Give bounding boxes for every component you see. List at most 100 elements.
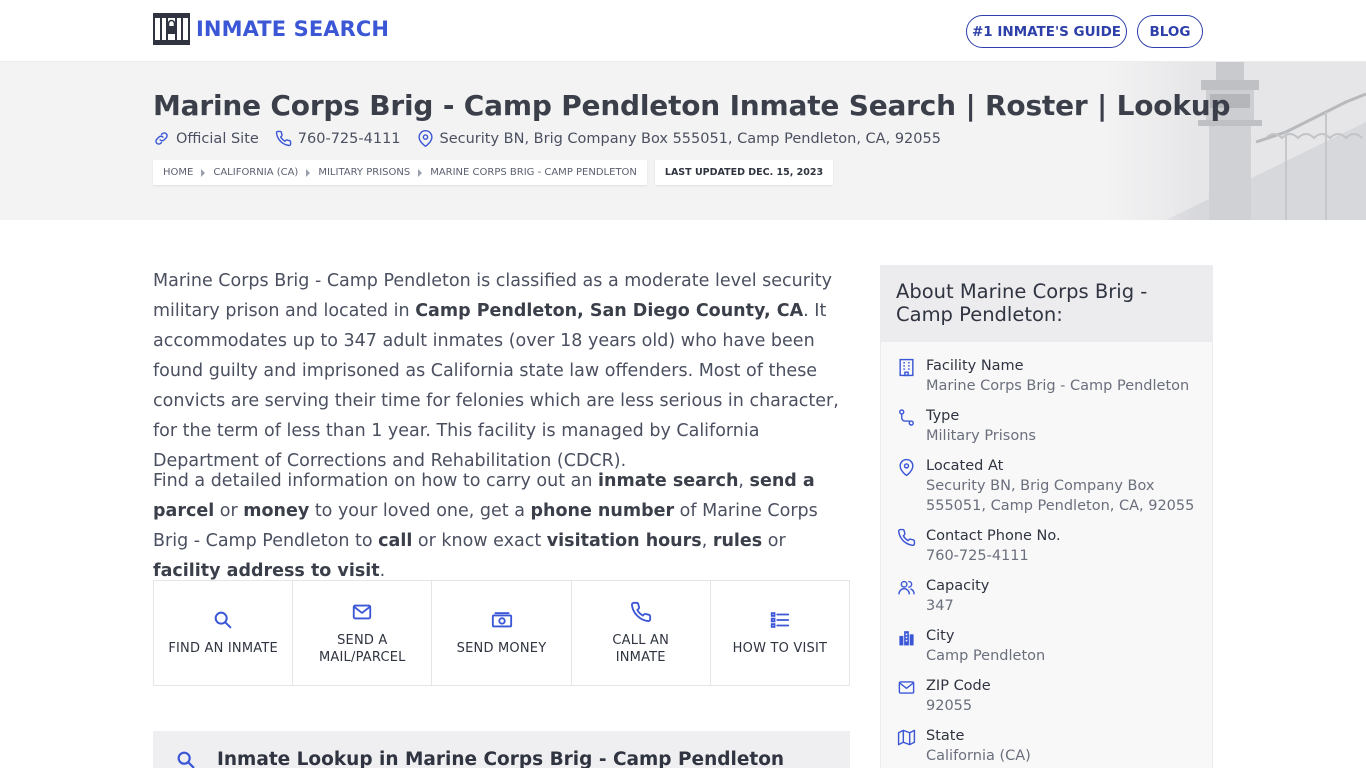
phone-number: 760-725-4111 — [297, 130, 401, 147]
building-icon — [899, 358, 914, 377]
address-link[interactable]: Security BN, Brig Company Box 555051, Ca… — [417, 130, 941, 147]
breadcrumb-home[interactable]: HOME — [163, 167, 193, 178]
services-text: Find a detailed information on how to ca… — [153, 471, 599, 491]
about-row-capacity: Capacity 347 — [881, 576, 1212, 626]
about-row-facility-name: Facility Name Marine Corps Brig - Camp P… — [881, 356, 1212, 406]
users-icon — [898, 580, 915, 595]
services-keyword: inmate search — [598, 471, 739, 491]
about-value: Camp Pendleton — [926, 648, 1046, 664]
search-icon — [214, 611, 232, 629]
about-label: ZIP Code — [926, 678, 991, 694]
services-keyword: call — [378, 531, 413, 551]
route-icon — [899, 409, 914, 426]
jail-cell-icon — [153, 13, 190, 45]
breadcrumb-current: MARINE CORPS BRIG - CAMP PENDLETON — [430, 167, 637, 178]
official-site-link[interactable]: Official Site — [153, 130, 259, 147]
logo-text: INMATE SEARCH — [196, 17, 390, 41]
how-to-visit-button[interactable]: HOW TO VISIT — [711, 581, 849, 685]
action-label: CALL AN — [612, 632, 670, 648]
phone-link[interactable]: 760-725-4111 — [275, 130, 401, 147]
breadcrumb-separator-icon — [418, 168, 423, 177]
prison-tower-illustration — [1106, 62, 1366, 220]
action-label: INMATE — [615, 649, 666, 665]
action-label: FIND AN INMATE — [168, 641, 278, 656]
about-list: Facility Name Marine Corps Brig - Camp P… — [881, 342, 1212, 768]
action-label: MAIL/PARCEL — [319, 649, 406, 665]
action-label: HOW TO VISIT — [732, 641, 828, 656]
breadcrumb-separator-icon — [306, 168, 311, 177]
location-pin-icon — [899, 458, 914, 477]
page-title: Marine Corps Brig - Camp Pendleton Inmat… — [153, 89, 1231, 122]
search-icon — [177, 751, 195, 768]
services-keyword: rules — [712, 531, 763, 551]
services-keyword: visitation hours — [546, 531, 702, 551]
action-label: SEND MONEY — [456, 641, 547, 656]
about-value: Marine Corps Brig - Camp Pendleton — [926, 378, 1190, 394]
location-pin-icon — [417, 130, 433, 147]
facility-meta: Official Site 760-725-4111 Security BN, … — [153, 130, 957, 147]
about-label: Type — [926, 408, 960, 424]
about-facility-card: About Marine Corps Brig - Camp Pendleton… — [880, 265, 1213, 768]
about-value: 347 — [926, 598, 954, 614]
nav-blog-button[interactable]: BLOG — [1137, 15, 1203, 48]
last-updated-badge: LAST UPDATED DEC. 15, 2023 — [654, 160, 834, 185]
about-row-type: Type Military Prisons — [881, 406, 1212, 456]
breadcrumb-category[interactable]: MILITARY PRISONS — [318, 167, 410, 178]
breadcrumb: HOME CALIFORNIA (CA) MILITARY PRISONS MA… — [153, 160, 834, 185]
breadcrumb-separator-icon — [201, 168, 206, 177]
lookup-heading: Inmate Lookup in Marine Corps Brig - Cam… — [217, 749, 785, 768]
send-mail-parcel-button[interactable]: SEND A MAIL/PARCEL — [293, 581, 433, 685]
link-icon — [155, 132, 168, 145]
facility-address: Security BN, Brig Company Box 555051, Ca… — [439, 130, 941, 147]
about-label: Located At — [926, 458, 1004, 474]
top-navbar: INMATE SEARCH #1 INMATE'S GUIDE BLOG — [0, 0, 1366, 62]
breadcrumb-state[interactable]: CALIFORNIA (CA) — [213, 167, 298, 178]
intro-text: . It accommodates up to 347 adult inmate… — [153, 301, 839, 471]
site-logo[interactable]: INMATE SEARCH — [153, 13, 389, 45]
intro-paragraph: Marine Corps Brig - Camp Pendleton is cl… — [153, 266, 853, 476]
inmate-lookup-section: Inmate Lookup in Marine Corps Brig - Cam… — [153, 731, 850, 768]
about-label: Facility Name — [926, 358, 1024, 374]
services-text: to your loved one, get a — [309, 501, 531, 521]
services-text: , — [738, 471, 750, 491]
services-keyword: money — [243, 501, 310, 521]
about-row-location: Located At Security BN, Brig Company Box… — [881, 456, 1212, 526]
services-keyword: phone number — [530, 501, 675, 521]
about-label: City — [926, 628, 955, 644]
about-value: 92055 — [926, 698, 973, 714]
mail-icon — [898, 681, 915, 694]
city-icon — [899, 631, 914, 646]
about-label: State — [926, 728, 965, 744]
services-keyword: facility address to visit — [153, 561, 380, 581]
action-label: SEND A — [337, 632, 388, 648]
about-value: Security BN, Brig Company Box 555051, Ca… — [926, 478, 1195, 514]
phone-icon — [897, 528, 916, 547]
about-row-state: State California (CA) — [881, 726, 1212, 768]
about-value[interactable]: 760-725-4111 — [926, 546, 1212, 566]
map-icon — [897, 729, 916, 746]
services-text: , — [701, 531, 713, 551]
list-icon — [770, 612, 790, 628]
services-paragraph: Find a detailed information on how to ca… — [153, 466, 853, 586]
about-value: Military Prisons — [926, 428, 1036, 444]
about-label: Contact Phone No. — [926, 528, 1061, 544]
money-icon — [491, 612, 512, 628]
phone-icon — [630, 601, 651, 622]
about-label: Capacity — [926, 578, 990, 594]
breadcrumb-trail: HOME CALIFORNIA (CA) MILITARY PRISONS MA… — [153, 160, 647, 185]
about-value: California (CA) — [926, 748, 1031, 764]
official-site-label: Official Site — [176, 130, 259, 147]
nav-inmates-guide-button[interactable]: #1 INMATE'S GUIDE — [966, 15, 1127, 48]
intro-location: Camp Pendleton, San Diego County, CA — [415, 301, 804, 321]
services-text: . — [379, 561, 386, 581]
quick-actions: FIND AN INMATE SEND A MAIL/PARCEL SEND M… — [153, 580, 850, 686]
services-text: or know exact — [412, 531, 547, 551]
about-row-city: City Camp Pendleton — [881, 626, 1212, 676]
about-row-phone: Contact Phone No. 760-725-4111 — [881, 526, 1212, 576]
find-inmate-button[interactable]: FIND AN INMATE — [154, 581, 294, 685]
services-text: or — [214, 501, 244, 521]
phone-icon — [275, 130, 292, 147]
send-money-button[interactable]: SEND MONEY — [432, 581, 572, 685]
call-inmate-button[interactable]: CALL AN INMATE — [572, 581, 711, 685]
about-row-zip: ZIP Code 92055 — [881, 676, 1212, 726]
